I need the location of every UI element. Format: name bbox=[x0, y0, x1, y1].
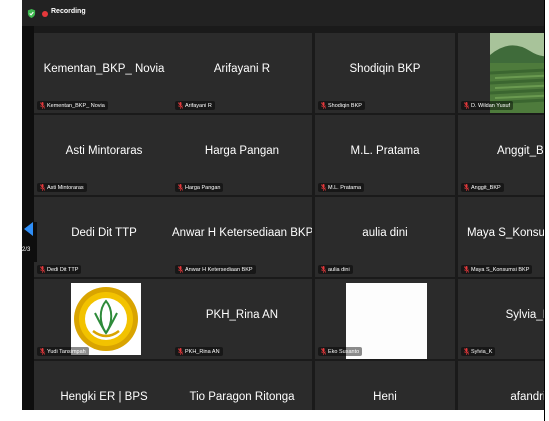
mic-muted-icon bbox=[40, 184, 45, 191]
participant-label: Sylvia_K bbox=[461, 347, 496, 356]
participant-tile[interactable]: PKH_Rina AN PKH_Rina AN bbox=[172, 279, 312, 359]
participant-name: Tio Paragon Ritonga bbox=[189, 391, 295, 403]
mic-muted-icon bbox=[464, 348, 469, 355]
participant-tile[interactable]: Hengki ER | BPS bbox=[34, 361, 174, 410]
participant-label: Maya S_Konsumsi BKP bbox=[461, 265, 533, 274]
participant-label: D. Wildan Yusuf bbox=[461, 101, 514, 110]
participant-tile[interactable]: Tio Paragon Ritonga bbox=[172, 361, 312, 410]
participant-name: Anwar H Ketersediaan BKP bbox=[172, 227, 312, 239]
mic-muted-icon bbox=[40, 348, 45, 355]
participant-name: Heni bbox=[373, 391, 397, 403]
participant-name: Harga Pangan bbox=[204, 145, 280, 157]
participant-name: Maya S_Konsumsi BKP bbox=[466, 227, 544, 239]
participant-label: Dedi Dit TTP bbox=[37, 265, 82, 274]
participant-label-text: D. Wildan Yusuf bbox=[471, 102, 511, 109]
participant-label-text: Anggit_BKP bbox=[471, 184, 501, 191]
participant-tile[interactable]: Eko Susanto bbox=[315, 279, 455, 359]
participant-label-text: Harga Pangan bbox=[185, 184, 221, 191]
participant-tile[interactable]: Sylvia_K Sylvia_K bbox=[458, 279, 544, 359]
participant-tile[interactable]: Arifayani R Arifayani R bbox=[172, 33, 312, 113]
mic-muted-icon bbox=[321, 102, 326, 109]
participant-label: Anwar H Ketersediaan BKP bbox=[175, 265, 256, 274]
mic-muted-icon bbox=[321, 348, 326, 355]
participant-label: Kementan_BKP_ Novia bbox=[37, 101, 108, 110]
participant-label-text: Sylvia_K bbox=[471, 348, 493, 355]
top-bar: Recording bbox=[22, 0, 544, 26]
participant-label-text: Maya S_Konsumsi BKP bbox=[471, 266, 530, 273]
window-edge bbox=[544, 0, 545, 421]
recording-label: Recording bbox=[51, 8, 86, 15]
participant-label-text: Kementan_BKP_ Novia bbox=[47, 102, 105, 109]
participant-name: afandri bbox=[510, 391, 544, 403]
recording-dot-icon bbox=[42, 11, 48, 17]
participant-tile[interactable]: Anggit_BKP Anggit_BKP bbox=[458, 115, 544, 195]
mic-muted-icon bbox=[40, 102, 45, 109]
mic-muted-icon bbox=[321, 266, 326, 273]
participant-name: Anggit_BKP bbox=[496, 145, 544, 157]
participant-tile[interactable]: Maya S_Konsumsi BKP Maya S_Konsumsi BKP bbox=[458, 197, 544, 277]
participant-tile[interactable]: M.L. Pratama M.L. Pratama bbox=[315, 115, 455, 195]
mic-muted-icon bbox=[178, 102, 183, 109]
participant-label: M.L. Pratama bbox=[318, 183, 365, 192]
mic-muted-icon bbox=[40, 266, 45, 273]
participant-name: PKH_Rina AN bbox=[205, 309, 279, 321]
participant-tile[interactable]: D. Wildan Yusuf bbox=[458, 33, 544, 113]
mic-muted-icon bbox=[464, 266, 469, 273]
participant-label-text: Dedi Dit TTP bbox=[47, 266, 79, 273]
participant-name: aulia dini bbox=[362, 227, 408, 239]
ministry-emblem-logo bbox=[71, 283, 141, 355]
participant-name: M.L. Pratama bbox=[350, 145, 420, 157]
participant-label-text: Yudi Tansimpah bbox=[47, 348, 86, 355]
participant-tile[interactable]: Kementan_BKP_ Novia Kementan_BKP_ Novia bbox=[34, 33, 174, 113]
participant-name: Kementan_BKP_ Novia bbox=[43, 63, 165, 75]
participant-label: PKH_Rina AN bbox=[175, 347, 223, 356]
mic-muted-icon bbox=[464, 102, 469, 109]
participant-label-text: aulia dini bbox=[328, 266, 350, 273]
participant-label: Shodiqin BKP bbox=[318, 101, 365, 110]
participant-label-text: Eko Susanto bbox=[328, 348, 360, 355]
participant-label-text: Anwar H Ketersediaan BKP bbox=[185, 266, 253, 273]
participant-tile[interactable]: Anwar H Ketersediaan BKP Anwar H Ketersed… bbox=[172, 197, 312, 277]
participant-tile[interactable]: Asti Mintoraras Asti Mintoraras bbox=[34, 115, 174, 195]
mic-muted-icon bbox=[178, 184, 183, 191]
participant-label: Arifayani R bbox=[175, 101, 215, 110]
participant-tile[interactable]: Yudi Tansimpah bbox=[34, 279, 174, 359]
mic-muted-icon bbox=[178, 348, 183, 355]
shield-check-icon bbox=[27, 9, 36, 18]
participant-tile[interactable]: aulia dini aulia dini bbox=[315, 197, 455, 277]
previous-page-button[interactable]: 2/3 bbox=[22, 222, 37, 262]
participant-label-text: M.L. Pratama bbox=[328, 184, 362, 191]
participant-name: Arifayani R bbox=[213, 63, 271, 75]
participant-label: Asti Mintoraras bbox=[37, 183, 87, 192]
participant-name: Hengki ER | BPS bbox=[60, 391, 148, 403]
participant-label: Yudi Tansimpah bbox=[37, 347, 89, 356]
participant-label-text: Shodiqin BKP bbox=[328, 102, 362, 109]
participant-tile[interactable]: Shodiqin BKP Shodiqin BKP bbox=[315, 33, 455, 113]
meeting-window: Recording Kementan_BKP_ Novia Kementan_BK… bbox=[22, 0, 544, 410]
participant-name: Dedi Dit TTP bbox=[71, 227, 137, 239]
participant-label: aulia dini bbox=[318, 265, 353, 274]
participant-label: Harga Pangan bbox=[175, 183, 224, 192]
participant-label: Eko Susanto bbox=[318, 347, 363, 356]
participant-label: Anggit_BKP bbox=[461, 183, 504, 192]
participant-tile[interactable]: Heni bbox=[315, 361, 455, 410]
mic-muted-icon bbox=[178, 266, 183, 273]
participant-label-text: Arifayani R bbox=[185, 102, 212, 109]
page-indicator: 2/3 bbox=[22, 247, 31, 253]
participant-label-text: PKH_Rina AN bbox=[185, 348, 220, 355]
participant-tile[interactable]: afandri bbox=[458, 361, 544, 410]
participant-name: Shodiqin BKP bbox=[349, 63, 421, 75]
mic-muted-icon bbox=[321, 184, 326, 191]
participant-label-text: Asti Mintoraras bbox=[47, 184, 84, 191]
mic-muted-icon bbox=[464, 184, 469, 191]
participant-tile[interactable]: Harga Pangan Harga Pangan bbox=[172, 115, 312, 195]
participant-tile[interactable]: Dedi Dit TTP Dedi Dit TTP bbox=[34, 197, 174, 277]
arrow-left-icon bbox=[24, 222, 33, 236]
participant-name: Asti Mintoraras bbox=[65, 145, 143, 157]
participant-name: Sylvia_K bbox=[505, 309, 544, 321]
